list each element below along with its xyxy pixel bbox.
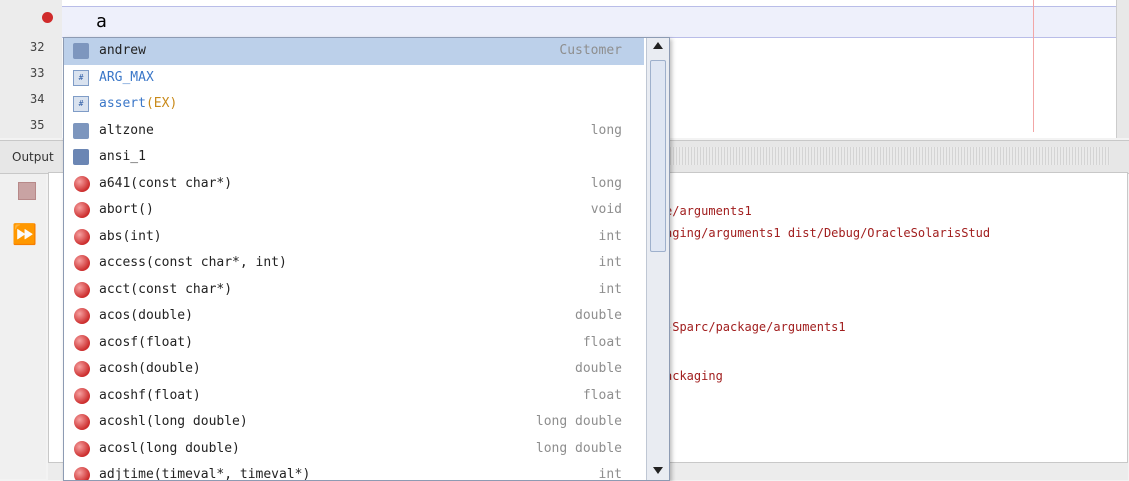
completion-item[interactable]: ansi_1: [64, 144, 644, 171]
completion-item-name: acoshf(float): [99, 387, 201, 403]
completion-item-type: double: [575, 308, 622, 323]
completion-item-type: Customer: [559, 43, 622, 58]
completion-item-name: acosh(double): [99, 361, 201, 376]
global-variable-icon: [73, 149, 89, 165]
scroll-thumb[interactable]: [650, 60, 666, 252]
completion-item[interactable]: acosf(float) float: [64, 330, 644, 357]
output-line: e/arguments1: [665, 204, 752, 218]
completion-item-name: assert(EX): [99, 96, 178, 111]
function-icon: [74, 308, 90, 324]
completion-item[interactable]: abort() void: [64, 197, 644, 224]
function-icon: [74, 334, 90, 351]
output-tab-filler: [670, 147, 1110, 165]
line-number: 33: [30, 66, 45, 80]
completion-item-type: void: [590, 202, 622, 217]
function-icon: [74, 255, 90, 271]
completion-item[interactable]: acoshl(long double) long double: [64, 409, 644, 436]
function-icon: [74, 175, 90, 192]
right-margin-guide: [1033, 0, 1034, 132]
completion-item[interactable]: abs(int) int: [64, 224, 644, 251]
completion-item-type: double: [575, 361, 622, 376]
completion-item-name: altzone: [99, 122, 154, 138]
completion-item-type: float: [582, 387, 622, 403]
completion-item-name: abort(): [99, 202, 154, 217]
completion-item[interactable]: access(const char*, int) int: [64, 250, 644, 277]
line-number: 35: [30, 118, 45, 132]
function-icon: [74, 361, 90, 377]
completion-item-name: access(const char*, int): [99, 255, 287, 270]
completion-item-name: abs(int): [99, 228, 162, 244]
completion-item-type: long double: [535, 440, 622, 456]
line-number: 32: [30, 40, 45, 54]
completion-item[interactable]: acoshf(float) float: [64, 383, 644, 410]
error-marker-icon[interactable]: [42, 12, 53, 23]
completion-item-name: acct(const char*): [99, 281, 233, 297]
completion-item[interactable]: altzone long: [64, 118, 644, 145]
completion-item[interactable]: acosl(long double) long double: [64, 436, 644, 463]
function-icon: [74, 414, 90, 430]
completion-item-name: acos(double): [99, 308, 193, 323]
completion-item[interactable]: andrew Customer: [64, 38, 644, 65]
function-icon: [74, 281, 90, 298]
completion-item[interactable]: # assert(EX): [64, 91, 644, 118]
completion-item[interactable]: adjtime(timeval*, timeval*) int: [64, 462, 644, 480]
scroll-up-icon[interactable]: [653, 42, 663, 49]
completion-item-type: int: [598, 228, 622, 244]
completion-item[interactable]: acosh(double) double: [64, 356, 644, 383]
function-icon: [74, 440, 90, 457]
completion-item[interactable]: acos(double) double: [64, 303, 644, 330]
rerun-icon[interactable]: ⏩: [12, 222, 37, 246]
completion-item[interactable]: # ARG_MAX: [64, 65, 644, 92]
completion-item[interactable]: a641(const char*) long: [64, 171, 644, 198]
completion-item-name: a641(const char*): [99, 175, 233, 191]
variable-icon: [73, 43, 89, 59]
completion-item-type: int: [598, 255, 622, 270]
editor-gutter: 32 33 34 35: [0, 0, 62, 138]
macro-icon: #: [73, 69, 89, 86]
completion-item-name: acosl(long double): [99, 440, 240, 456]
output-line: aging/arguments1 dist/Debug/OracleSolari…: [665, 226, 991, 240]
output-line: -Sparc/package/arguments1: [665, 320, 846, 334]
line-number: 34: [30, 92, 45, 106]
completion-item-type: long double: [535, 414, 622, 429]
output-tab-label[interactable]: Output: [12, 150, 54, 164]
completion-item-type: long: [590, 122, 622, 138]
scroll-down-icon[interactable]: [653, 467, 663, 474]
output-toolbar: ⏩: [0, 174, 46, 479]
macro-icon: #: [73, 96, 89, 112]
typed-text: a: [96, 11, 107, 32]
completion-scrollbar[interactable]: [646, 38, 669, 480]
current-edit-line[interactable]: a: [62, 6, 1116, 38]
function-icon: [74, 202, 90, 218]
completion-item-type: int: [598, 281, 622, 297]
completion-item[interactable]: acct(const char*) int: [64, 277, 644, 304]
completion-item-name: acosf(float): [99, 334, 193, 350]
completion-item-name: andrew: [99, 43, 146, 58]
output-line: ackaging: [665, 369, 723, 383]
editor-scrollbar[interactable]: [1116, 0, 1129, 138]
completion-item-type: float: [582, 334, 622, 350]
variable-icon: [73, 122, 89, 139]
completion-item-name: ansi_1: [99, 149, 146, 164]
function-icon: [74, 228, 90, 245]
completion-item-name: acoshl(long double): [99, 414, 248, 429]
stop-button[interactable]: [18, 182, 36, 200]
code-completion-popup[interactable]: andrew Customer # ARG_MAX # assert(EX) a…: [63, 37, 670, 481]
completion-item-name: ARG_MAX: [99, 69, 154, 85]
completion-item-type: long: [590, 175, 622, 191]
function-icon: [74, 387, 90, 404]
